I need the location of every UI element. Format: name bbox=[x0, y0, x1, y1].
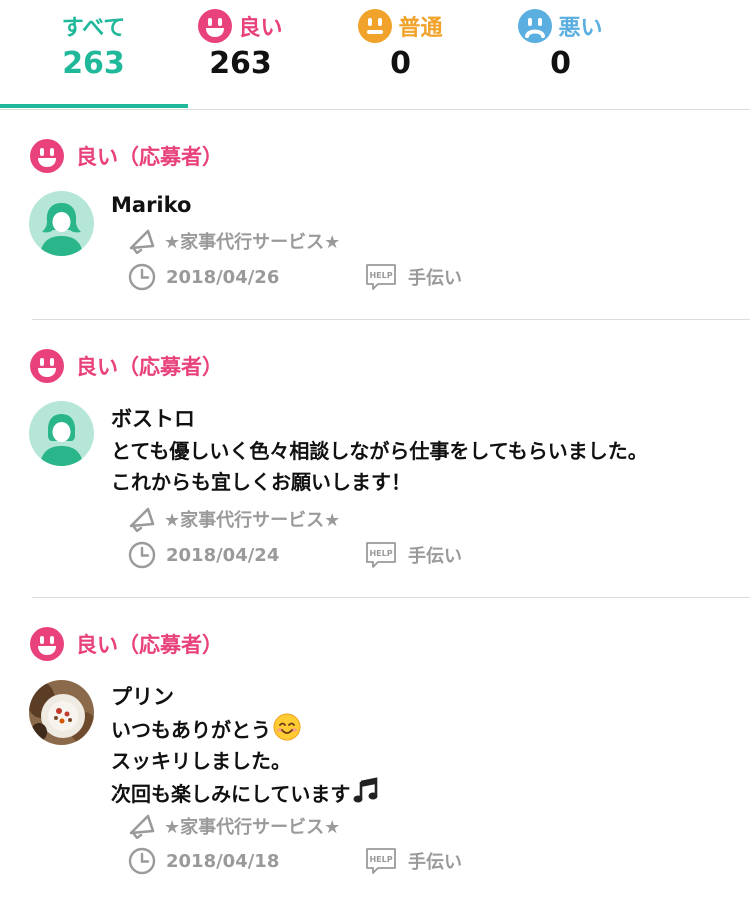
divider bbox=[32, 319, 750, 320]
reviewer-name[interactable]: ボストロ bbox=[111, 403, 195, 433]
comment-line: 次回も楽しみにしています bbox=[111, 782, 351, 806]
review-category: 手伝い bbox=[408, 546, 462, 567]
reviewer-name[interactable]: プリン bbox=[111, 681, 174, 711]
tab-bad-count: 0 bbox=[550, 46, 571, 81]
avatar[interactable] bbox=[29, 191, 94, 256]
sad-face-icon bbox=[518, 9, 553, 43]
tab-normal-label: 普通 bbox=[398, 16, 443, 41]
review-rating-label: 良い（応募者） bbox=[76, 355, 223, 379]
tab-bad-label: 悪い bbox=[558, 16, 603, 41]
smile-face-icon bbox=[30, 627, 64, 661]
review-category: 手伝い bbox=[408, 268, 462, 289]
review-rating-label: 良い（応募者） bbox=[76, 145, 223, 169]
review-date: 2018/04/24 bbox=[166, 544, 280, 566]
tab-good-count: 263 bbox=[209, 46, 272, 81]
review-rating-label: 良い（応募者） bbox=[76, 633, 223, 657]
active-tab-indicator bbox=[0, 104, 188, 108]
review-comment: とても優しいく色々相談しながら仕事をしてもらいました。 これからも宜しくお願いし… bbox=[111, 436, 648, 498]
service-row: ★家事代行サービス★ bbox=[128, 506, 340, 532]
svg-text:HELP: HELP bbox=[369, 549, 392, 558]
megaphone-icon bbox=[129, 229, 155, 254]
divider bbox=[32, 597, 750, 598]
tab-normal-count: 0 bbox=[390, 46, 411, 81]
clock-icon bbox=[128, 541, 156, 569]
date-row: 2018/04/26 bbox=[128, 263, 279, 291]
svg-text:HELP: HELP bbox=[369, 271, 392, 280]
svg-text:HELP: HELP bbox=[369, 855, 392, 864]
review-rating: 良い（応募者） bbox=[30, 627, 223, 661]
help-tag-icon: HELP bbox=[366, 264, 396, 290]
smile-face-icon bbox=[30, 349, 64, 383]
tab-normal[interactable]: 普通 0 bbox=[307, 0, 494, 108]
service-row: ★家事代行サービス★ bbox=[128, 228, 340, 254]
photo-avatar-image bbox=[29, 680, 94, 745]
rating-filter-tabs: すべて 263 良い 263 普通 0 悪い 0 bbox=[0, 0, 750, 110]
comment-line: これからも宜しくお願いします！ bbox=[111, 470, 411, 494]
clock-icon bbox=[128, 263, 156, 291]
category-row: HELP 手伝い bbox=[366, 542, 462, 568]
review-comment: いつもありがとう スッキリしました。 次回も楽しみにしています bbox=[111, 713, 380, 810]
review-rating: 良い（応募者） bbox=[30, 349, 223, 383]
megaphone-icon bbox=[129, 507, 155, 532]
clock-icon bbox=[128, 847, 156, 875]
review-date: 2018/04/18 bbox=[166, 850, 280, 872]
service-row: ★家事代行サービス★ bbox=[128, 813, 340, 839]
review-category: 手伝い bbox=[408, 852, 462, 873]
review-rating: 良い（応募者） bbox=[30, 139, 223, 173]
smile-face-icon bbox=[198, 9, 233, 43]
smile-face-icon bbox=[30, 139, 64, 173]
comment-line: スッキリしました。 bbox=[111, 749, 291, 773]
neutral-face-icon bbox=[358, 9, 393, 43]
reviewer-name[interactable]: Mariko bbox=[111, 193, 191, 217]
date-row: 2018/04/24 bbox=[128, 541, 279, 569]
tab-good-label: 良い bbox=[238, 16, 283, 41]
avatar[interactable] bbox=[29, 401, 94, 466]
comment-line: とても優しいく色々相談しながら仕事をしてもらいました。 bbox=[111, 439, 648, 463]
avatar[interactable] bbox=[29, 680, 94, 745]
date-row: 2018/04/18 bbox=[128, 847, 279, 875]
category-row: HELP 手伝い bbox=[366, 264, 462, 290]
review-date: 2018/04/26 bbox=[166, 266, 280, 288]
music-note-emoji-icon bbox=[353, 777, 378, 803]
user-avatar-icon bbox=[29, 191, 94, 256]
tab-good[interactable]: 良い 263 bbox=[147, 0, 334, 108]
tab-bad[interactable]: 悪い 0 bbox=[467, 0, 654, 108]
category-row: HELP 手伝い bbox=[366, 848, 462, 874]
user-avatar-icon bbox=[29, 401, 94, 466]
smiling-face-emoji-icon bbox=[273, 713, 301, 741]
megaphone-icon bbox=[129, 814, 155, 839]
help-tag-icon: HELP bbox=[366, 848, 396, 874]
service-name[interactable]: ★家事代行サービス★ bbox=[164, 228, 340, 254]
service-name[interactable]: ★家事代行サービス★ bbox=[164, 506, 340, 532]
help-tag-icon: HELP bbox=[366, 542, 396, 568]
service-name[interactable]: ★家事代行サービス★ bbox=[164, 813, 340, 839]
comment-line: いつもありがとう bbox=[111, 718, 271, 742]
